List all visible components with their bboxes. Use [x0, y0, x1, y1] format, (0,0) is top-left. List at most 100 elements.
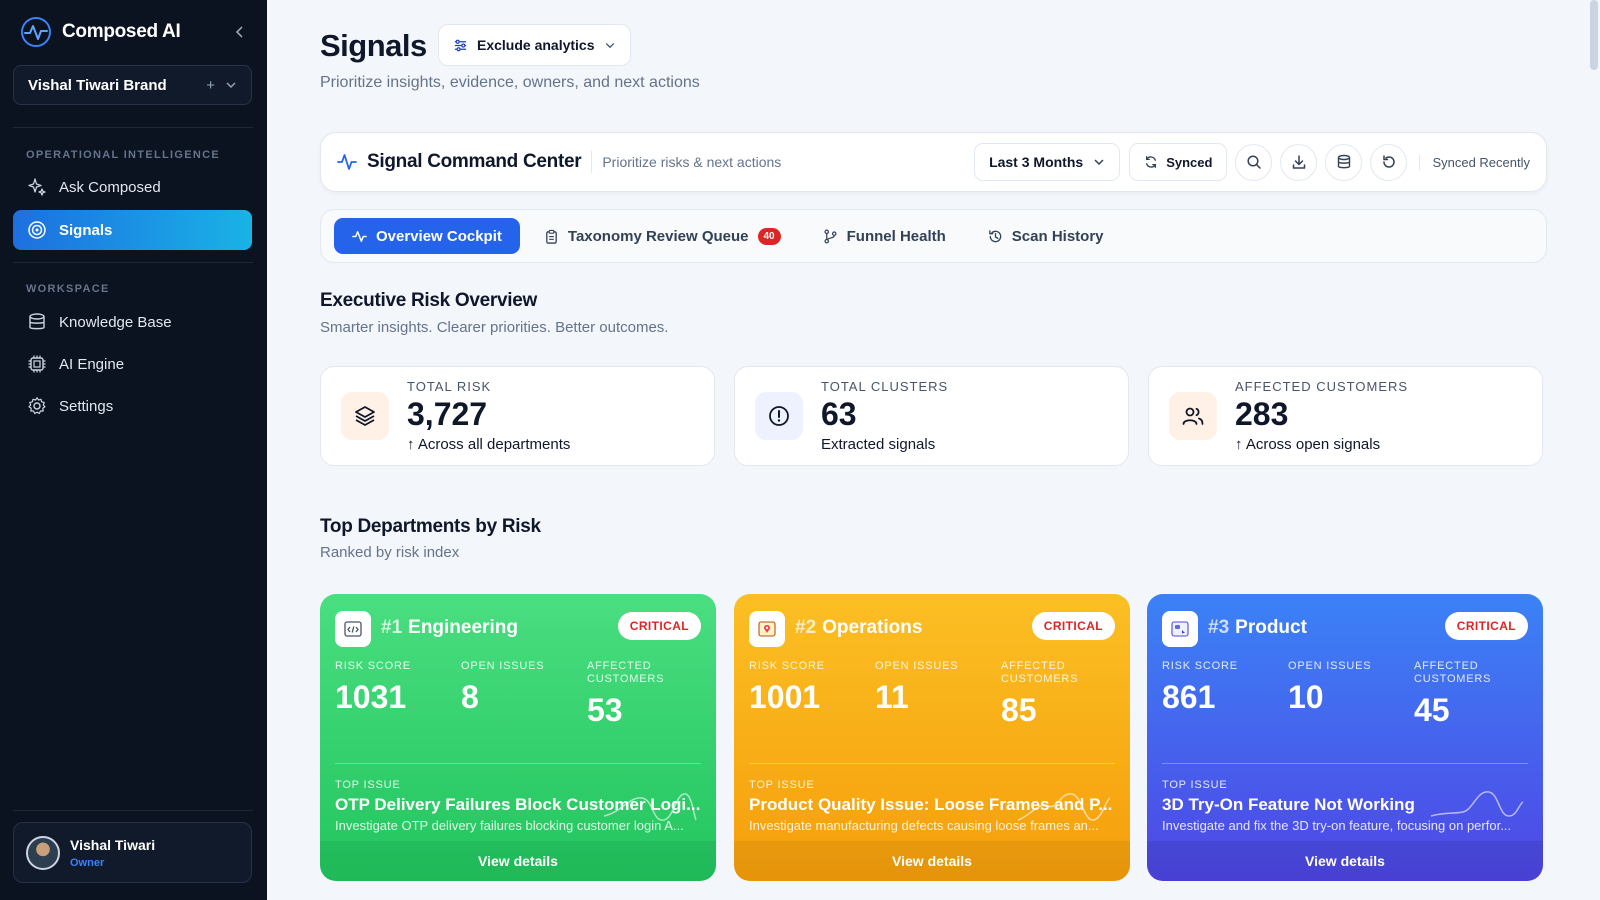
sync-button[interactable]: Synced	[1129, 143, 1228, 181]
risk-score-value: 861	[1162, 679, 1216, 715]
divider	[13, 810, 253, 811]
stat-value: 283	[1235, 396, 1289, 432]
page-title: Signals	[320, 28, 427, 63]
department-card-operations[interactable]: #2 Operations CRITICAL RISK SCORE 1001 OP…	[734, 594, 1130, 881]
metric-label: AFFECTED CUSTOMERS	[587, 660, 665, 685]
tab-bar: Overview Cockpit Taxonomy Review Queue 4…	[320, 209, 1547, 263]
overview-title: Executive Risk Overview	[320, 290, 538, 311]
tab-label: Funnel Health	[846, 227, 946, 245]
metric-label: RISK SCORE	[749, 660, 825, 672]
page-subtitle: Prioritize insights, evidence, owners, a…	[320, 74, 700, 91]
divider	[13, 262, 253, 263]
workspace-selector[interactable]: Vishal Tiwari Brand +	[13, 65, 252, 105]
nav-label: Signals	[59, 221, 113, 239]
command-center-subtitle: Prioritize risks & next actions	[602, 154, 782, 170]
code-window-icon	[335, 611, 371, 647]
data-source-button[interactable]	[1325, 143, 1363, 181]
tab-funnel-health[interactable]: Funnel Health	[805, 218, 964, 254]
stat-label: TOTAL CLUSTERS	[821, 379, 949, 394]
department-name: #1 Engineering	[381, 617, 518, 639]
risk-score-value: 1001	[749, 679, 821, 715]
exclude-analytics-dropdown[interactable]: Exclude analytics	[438, 24, 631, 66]
filter-label: Exclude analytics	[477, 37, 595, 53]
top-issue-description: Investigate and fix the 3D try-on featur…	[1162, 818, 1512, 833]
stat-note: Extracted signals	[821, 436, 936, 453]
activity-icon	[337, 154, 357, 170]
radar-icon	[28, 221, 46, 239]
tab-overview-cockpit[interactable]: Overview Cockpit	[334, 218, 520, 254]
affected-customers-value: 85	[1001, 692, 1037, 728]
view-details-button[interactable]: View details	[1147, 841, 1543, 881]
brand[interactable]: Composed AI	[20, 16, 181, 48]
clipboard-icon	[546, 229, 557, 244]
search-icon	[1247, 155, 1261, 169]
metric-label: RISK SCORE	[335, 660, 411, 672]
divider	[749, 763, 1115, 764]
rotate-ccw-icon	[1383, 155, 1395, 168]
nav-item-ask-composed[interactable]: Ask Composed	[13, 167, 252, 207]
tab-label: Overview Cockpit	[376, 227, 502, 245]
tab-taxonomy-review-queue[interactable]: Taxonomy Review Queue 40	[526, 218, 799, 254]
tab-scan-history[interactable]: Scan History	[970, 218, 1122, 254]
download-icon	[1292, 155, 1306, 169]
tab-label: Taxonomy Review Queue	[567, 227, 749, 245]
avatar	[26, 835, 60, 870]
severity-badge: CRITICAL	[1031, 612, 1115, 640]
brand-name: Composed AI	[62, 21, 181, 42]
nav-item-signals[interactable]: Signals	[13, 210, 252, 250]
page-scrollbar[interactable]	[1590, 0, 1598, 70]
department-rank: #3	[1208, 617, 1230, 638]
stat-note: ↑ Across open signals	[1235, 436, 1381, 453]
risk-score-value: 1031	[335, 679, 407, 715]
department-card-product[interactable]: #3 Product CRITICAL RISK SCORE 861 OPEN I…	[1147, 594, 1543, 881]
metric-label: AFFECTED CUSTOMERS	[1414, 660, 1492, 685]
refresh-icon	[1146, 156, 1157, 168]
chevron-down-icon	[1094, 159, 1104, 166]
top-issue-title: OTP Delivery Failures Block Customer Log…	[335, 795, 701, 814]
download-button[interactable]	[1280, 143, 1318, 181]
stat-note-text: Across all departments	[417, 436, 571, 453]
view-details-button[interactable]: View details	[320, 841, 716, 881]
history-icon	[989, 229, 1002, 242]
stat-card-total-clusters[interactable]: TOTAL CLUSTERS 63 Extracted signals	[734, 366, 1129, 466]
sliders-icon	[454, 39, 467, 51]
divider	[1162, 763, 1528, 764]
stat-card-affected-customers[interactable]: AFFECTED CUSTOMERS 283 ↑ Across open sig…	[1148, 366, 1543, 466]
top-issue-description: Investigate OTP delivery failures blocki…	[335, 818, 684, 833]
chevron-down-icon[interactable]	[225, 79, 237, 91]
search-button[interactable]	[1235, 143, 1273, 181]
command-center-title: Signal Command Center	[367, 151, 582, 172]
view-details-button[interactable]: View details	[734, 841, 1130, 881]
department-card-engineering[interactable]: #1 Engineering CRITICAL RISK SCORE 1031 O…	[320, 594, 716, 881]
layers-icon	[341, 392, 389, 440]
top-issue-label: TOP ISSUE	[1162, 779, 1228, 791]
date-range-label: Last 3 Months	[989, 154, 1084, 170]
workspace-name: Vishal Tiwari Brand	[28, 76, 167, 94]
stat-label: AFFECTED CUSTOMERS	[1235, 379, 1409, 394]
stat-value: 63	[821, 396, 857, 432]
user-profile[interactable]: Vishal Tiwari Owner	[13, 822, 252, 883]
stat-note-text: Across open signals	[1245, 436, 1381, 453]
department-name: #2 Operations	[795, 617, 922, 639]
add-workspace-icon[interactable]: +	[206, 77, 215, 94]
department-rank: #1	[381, 617, 403, 638]
reset-button[interactable]	[1370, 143, 1408, 181]
collapse-sidebar-icon[interactable]	[232, 24, 248, 40]
chevron-down-icon	[605, 43, 614, 49]
stat-card-total-risk[interactable]: TOTAL RISK 3,727 ↑ Across all department…	[320, 366, 715, 466]
nav-item-settings[interactable]: Settings	[13, 386, 252, 426]
open-issues-value: 11	[875, 679, 909, 715]
queue-count-badge: 40	[757, 227, 781, 245]
stat-value: 3,727	[407, 396, 488, 432]
nav-label: AI Engine	[59, 355, 125, 373]
top-issue-title: 3D Try-On Feature Not Working	[1162, 795, 1415, 814]
users-icon	[1169, 392, 1217, 440]
date-range-dropdown[interactable]: Last 3 Months	[974, 143, 1121, 181]
department-rank: #2	[795, 617, 817, 638]
nav-item-ai-engine[interactable]: AI Engine	[13, 344, 252, 384]
sync-status: Synced Recently	[1419, 154, 1530, 170]
open-issues-value: 10	[1288, 679, 1324, 715]
nav-item-knowledge-base[interactable]: Knowledge Base	[13, 302, 252, 342]
map-pin-icon	[749, 611, 785, 647]
metric-label: OPEN ISSUES	[1288, 660, 1372, 672]
